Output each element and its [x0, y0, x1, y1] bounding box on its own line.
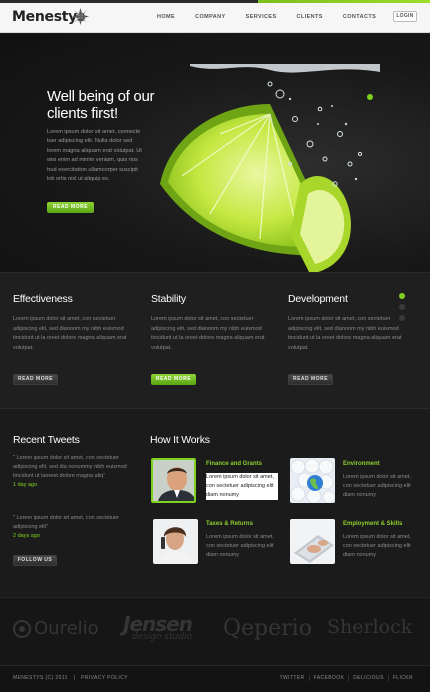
pager-dot[interactable]	[399, 293, 405, 299]
social-links: TWITTER FACEBOOK DELICIOUS FLICKR	[276, 675, 418, 681]
site-footer: MENESTYS (C) 2011 | PRIVACY POLICY TWITT…	[0, 665, 430, 692]
clients-logos: Ourelio Jensen design studio Qeperio She…	[0, 597, 430, 665]
hero-title-line2: clients first!	[47, 105, 118, 122]
hero-read-more-button[interactable]: READ MORE	[47, 202, 94, 213]
delicious-link[interactable]: DELICIOUS	[348, 675, 388, 681]
feature-read-more-button[interactable]: READ MORE	[13, 374, 58, 385]
recent-tweets-title: Recent Tweets	[13, 434, 80, 446]
nav-services[interactable]: SERVICES	[236, 14, 287, 20]
hiw-item-text: Lorem ipsum dolor sit amet, con sectetue…	[206, 473, 278, 500]
top-accent-bar	[0, 0, 430, 3]
page: Menestys HOME COMPANY SERVICES CLIENTS C…	[0, 0, 430, 692]
client-ourelio[interactable]: Ourelio	[13, 618, 99, 639]
main-nav: HOME COMPANY SERVICES CLIENTS CONTACTS	[147, 14, 386, 20]
lime-splash-image	[160, 64, 380, 274]
hiw-item-text: Lorem ipsum dolor sit amet, con sectetue…	[343, 474, 411, 498]
feature-title: Stability	[151, 293, 186, 305]
hero-title-line1: Well being of our	[47, 88, 155, 105]
login-button[interactable]: LOGIN	[393, 11, 417, 22]
star-logo-icon	[71, 7, 90, 26]
feature-read-more-button[interactable]: READ MORE	[151, 374, 196, 385]
taxes-thumbnail[interactable]	[153, 519, 198, 564]
footer-separator: |	[73, 675, 76, 681]
hiw-item-title[interactable]: Environment	[343, 461, 380, 467]
client-qeperio[interactable]: Qeperio	[223, 616, 312, 641]
client-sherlock[interactable]: Sherlock	[327, 616, 412, 638]
how-it-works-title: How It Works	[150, 434, 210, 446]
privacy-policy-link[interactable]: PRIVACY POLICY	[81, 675, 128, 681]
woman-phone-image	[153, 519, 198, 564]
feature-text: Lorem ipsum dolor sit amet, con sectetue…	[13, 316, 127, 351]
feature-effectiveness: Effectiveness Lorem ipsum dolor sit amet…	[13, 293, 128, 385]
nav-home[interactable]: HOME	[147, 14, 185, 20]
tweet-text: " Lorem ipsum dolor sit amet, con sectet…	[13, 455, 127, 479]
client-jensen[interactable]: Jensen design studio	[123, 612, 193, 642]
facebook-link[interactable]: FACEBOOK	[308, 675, 349, 681]
client-name: Sherlock	[327, 616, 413, 638]
tweet-date[interactable]: 2 days ago	[13, 532, 128, 541]
feature-text: Lorem ipsum dolor sit amet, con sectetue…	[151, 316, 265, 351]
tweet-item: " Lorem ipsum dolor sit amet, con sectet…	[13, 454, 128, 490]
client-name: Qeperio	[223, 616, 312, 641]
finance-thumbnail[interactable]	[151, 458, 196, 503]
feature-read-more-button[interactable]: READ MORE	[288, 374, 333, 385]
feature-title: Development	[288, 293, 348, 305]
client-tagline: design studio	[131, 632, 192, 642]
flickr-link[interactable]: FLICKR	[387, 675, 417, 681]
site-header: Menestys HOME COMPANY SERVICES CLIENTS C…	[0, 0, 430, 33]
feature-development: Development Lorem ipsum dolor sit amet, …	[288, 293, 403, 385]
copyright: MENESTYS (C) 2011 | PRIVACY POLICY	[13, 675, 128, 681]
twitter-link[interactable]: TWITTER	[276, 675, 309, 681]
nav-contacts[interactable]: CONTACTS	[333, 14, 386, 20]
feature-title: Effectiveness	[13, 293, 73, 305]
feature-pager	[399, 293, 405, 326]
hiw-item-text: Lorem ipsum dolor sit amet, con sectetue…	[206, 534, 274, 558]
lower-section: Recent Tweets " Lorem ipsum dolor sit am…	[0, 408, 430, 598]
follow-us-button[interactable]: FOLLOW US	[13, 555, 57, 566]
environment-thumbnail[interactable]	[290, 458, 335, 503]
hiw-item-title[interactable]: Finance and Grants	[206, 461, 262, 467]
businessman-image	[153, 460, 194, 501]
hero-title: Well being of our clients first!	[47, 88, 167, 122]
ourelio-logo-icon	[13, 619, 31, 638]
tweet-date[interactable]: 1 day ago	[13, 481, 128, 490]
hiw-item-title[interactable]: Taxes & Returns	[206, 521, 253, 527]
nav-clients[interactable]: CLIENTS	[287, 14, 333, 20]
features-section: Effectiveness Lorem ipsum dolor sit amet…	[0, 272, 430, 408]
hiw-item-title[interactable]: Employment & Skills	[343, 521, 402, 527]
hero-text: Lorem ipsum dolor sit amet, connecte tue…	[47, 129, 142, 183]
hiw-item-text: Lorem ipsum dolor sit amet, con sectetue…	[343, 534, 411, 558]
globe-spheres-image	[290, 458, 335, 503]
copyright-text: MENESTYS (C) 2011	[13, 675, 68, 681]
client-name: Ourelio	[34, 618, 99, 639]
feature-stability: Stability Lorem ipsum dolor sit amet, co…	[151, 293, 266, 385]
tweet-text: " Lorem ipsum dolor sit amet, con sectet…	[13, 515, 119, 530]
pager-dot[interactable]	[399, 315, 405, 321]
tweet-item: " Lorem ipsum dolor sit amet, con sectet…	[13, 514, 128, 541]
feature-text: Lorem ipsum dolor sit amet, con sectetue…	[288, 316, 402, 351]
nav-company[interactable]: COMPANY	[185, 14, 236, 20]
employment-thumbnail[interactable]	[290, 519, 335, 564]
pager-dot[interactable]	[399, 304, 405, 310]
laptop-hands-image	[290, 519, 335, 564]
hero-banner: Well being of our clients first! Lorem i…	[0, 34, 430, 274]
hero-slider-indicator[interactable]	[367, 94, 373, 100]
